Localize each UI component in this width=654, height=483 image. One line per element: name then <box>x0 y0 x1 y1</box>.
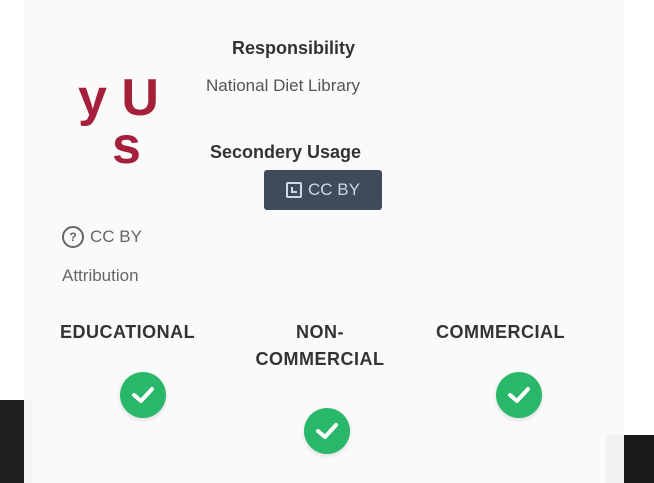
background-heading-line2: s <box>112 117 141 175</box>
background-heading-line1: y Use <box>78 70 160 127</box>
badge-label: CC BY <box>308 180 360 199</box>
educational-check-icon <box>120 372 166 418</box>
usage-educational-label: EDUCATIONAL <box>60 322 196 342</box>
usage-noncommercial-label: NON- COMMERCIAL <box>240 322 400 370</box>
noncommercial-check-icon <box>304 408 350 454</box>
secondary-usage-label: Secondery Usage <box>210 142 362 162</box>
license-name: CC BY <box>90 227 142 246</box>
license-name-row: ? CC BY <box>62 226 142 248</box>
commercial-check-icon <box>496 372 542 418</box>
license-description: Attribution <box>62 266 139 285</box>
usage-noncommercial-line2: COMMERCIAL <box>255 349 385 369</box>
responsibility-value: National Diet Library <box>206 76 361 95</box>
background-heading: y Use s <box>0 70 160 190</box>
responsibility-label: Responsibility <box>232 38 356 58</box>
usage-commercial-label: COMMERCIAL <box>436 322 565 342</box>
creative-commons-icon: ? <box>62 226 84 248</box>
usage-noncommercial-line1: NON- <box>296 322 344 342</box>
cc-by-badge[interactable]: CC BY <box>264 170 382 210</box>
license-badge-icon <box>286 182 303 198</box>
